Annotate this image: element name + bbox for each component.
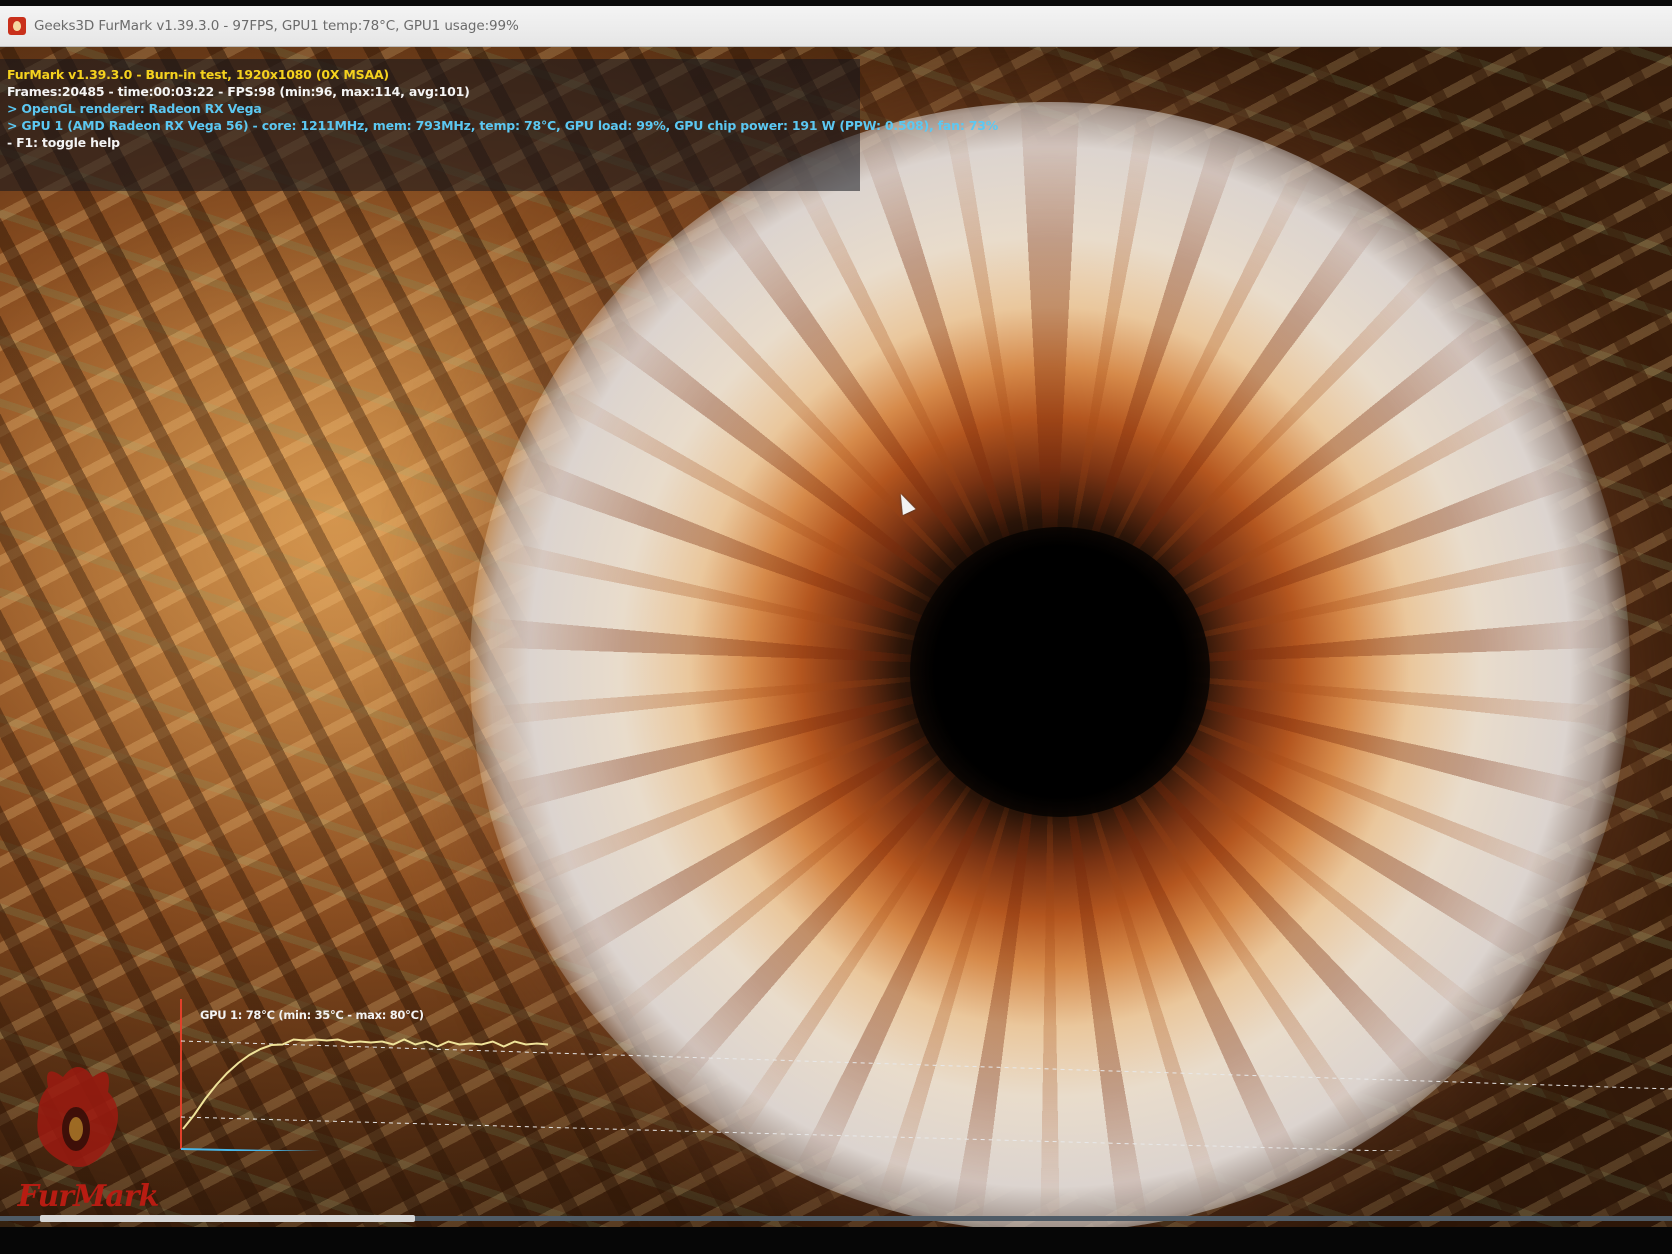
window-title: Geeks3D FurMark v1.39.3.0 - 97FPS, GPU1 … [34,18,519,34]
eye-pupil [910,527,1210,817]
render-viewport[interactable]: FurMark v1.39.3.0 - Burn-in test, 1920x1… [0,47,1672,1227]
furmark-logo: FurMark [8,1057,168,1217]
graph-x-axis [180,1148,321,1151]
bottom-scrollbar-thumb[interactable] [40,1215,415,1222]
graph-min-guide [180,1116,1406,1151]
furmark-logo-icon [37,1067,118,1167]
osd-gpu-line: > GPU 1 (AMD Radeon RX Vega 56) - core: … [7,118,999,133]
osd-info-panel: FurMark v1.39.3.0 - Burn-in test, 1920x1… [0,59,998,191]
monitor-screen: Geeks3D FurMark v1.39.3.0 - 97FPS, GPU1 … [0,0,1672,1254]
furmark-app-icon[interactable] [8,17,26,35]
osd-stats-line: Frames:20485 - time:00:03:22 - FPS:98 (m… [7,84,470,99]
temperature-graph: GPU 1: 78°C (min: 35°C - max: 80°C) [178,999,1672,1151]
furmark-logo-text: FurMark [17,1179,160,1214]
temperature-graph-label: GPU 1: 78°C (min: 35°C - max: 80°C) [200,1008,424,1022]
temperature-curve [182,1038,549,1130]
osd-help-line: - F1: toggle help [7,135,120,150]
osd-renderer-line: > OpenGL renderer: Radeon RX Vega [7,101,262,116]
taskbar-strip [0,1227,1672,1254]
window-title-bar[interactable]: Geeks3D FurMark v1.39.3.0 - 97FPS, GPU1 … [0,6,1672,47]
graph-max-guide [180,1040,1672,1090]
osd-title-line: FurMark v1.39.3.0 - Burn-in test, 1920x1… [7,67,389,82]
